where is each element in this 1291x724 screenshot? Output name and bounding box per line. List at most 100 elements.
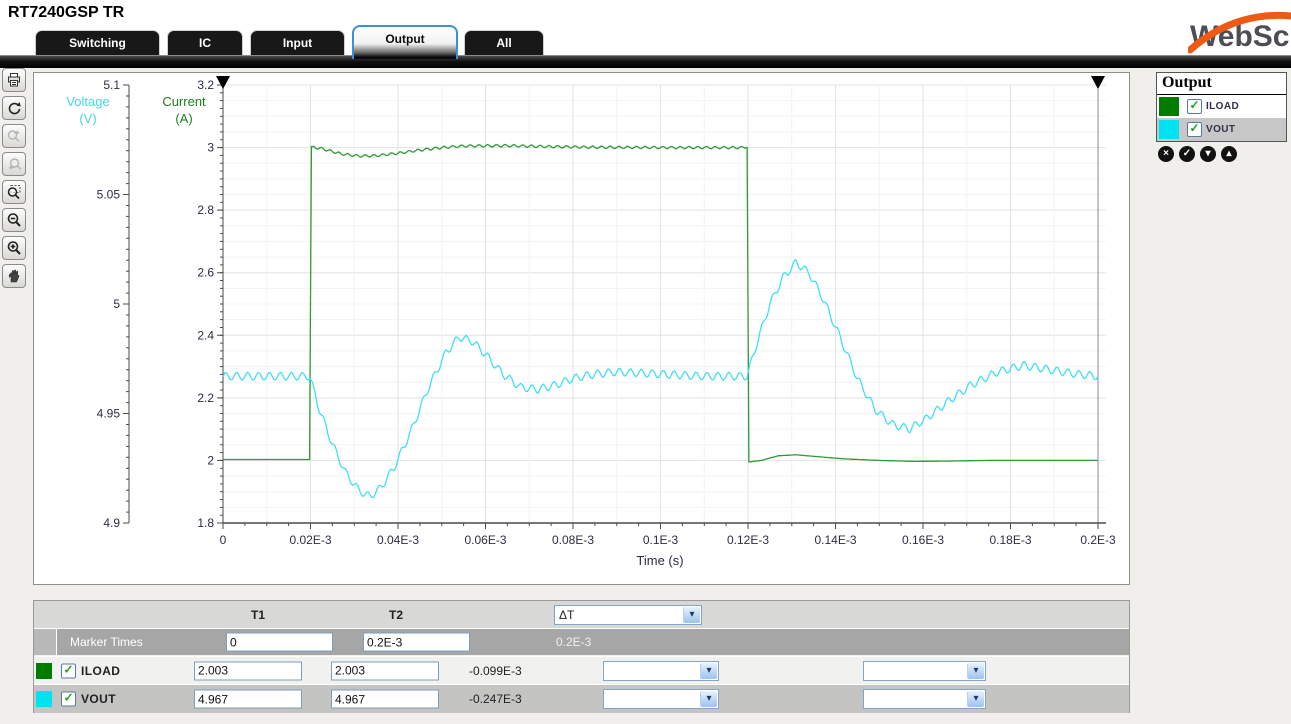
t1-time-input[interactable] [226, 633, 333, 652]
legend-panel: Output ✓ ILOAD ✓ VOUT [1156, 72, 1287, 142]
iload-checkbox[interactable]: ✓ [1187, 99, 1202, 114]
marker-table: T1 T2 ΔT ▾ Marker Times 0.2E-3 ✓ ILOAD -… [33, 600, 1130, 713]
t1-column-header: T1 [251, 608, 265, 622]
t2-column-header: T2 [389, 608, 403, 622]
legend-item-vout[interactable]: ✓ VOUT [1157, 118, 1286, 141]
delta-t-select[interactable]: ΔT ▾ [554, 605, 702, 625]
iload-function-select-1[interactable]: ▾ [603, 661, 719, 681]
print-button[interactable] [2, 68, 26, 92]
tab-input[interactable]: Input [250, 30, 345, 55]
legend-item-iload[interactable]: ✓ ILOAD [1157, 95, 1286, 118]
chevron-down-icon[interactable]: ▾ [700, 691, 717, 707]
zoom-out-button[interactable] [2, 208, 26, 232]
marker-table-header-row: T1 T2 ΔT ▾ [34, 601, 1129, 628]
iload-t1-input[interactable] [194, 661, 302, 680]
chevron-down-icon[interactable]: ▾ [967, 691, 984, 707]
svg-text:4.9: 4.9 [103, 516, 120, 530]
iload-row-label: ILOAD [81, 664, 120, 678]
iload-row-checkbox[interactable]: ✓ [61, 663, 76, 678]
svg-text:5: 5 [113, 297, 120, 311]
svg-text:2.8: 2.8 [197, 203, 214, 217]
svg-text:0.08E-3: 0.08E-3 [552, 533, 594, 547]
vout-t1-input[interactable] [194, 690, 302, 709]
close-trace-button[interactable]: × [1158, 146, 1174, 162]
vout-row: ✓ VOUT -0.247E-3 ▾ ▾ [34, 684, 1129, 713]
iload-row-swatch [36, 663, 52, 679]
svg-text:2.6: 2.6 [197, 266, 214, 280]
svg-text:Voltage: Voltage [66, 94, 109, 109]
zoom-back-button[interactable] [2, 152, 26, 176]
svg-text:0.14E-3: 0.14E-3 [814, 533, 856, 547]
svg-text:0.2E-3: 0.2E-3 [1080, 533, 1116, 547]
chevron-down-icon[interactable]: ▾ [683, 607, 700, 623]
zoom-in-icon [6, 240, 22, 256]
svg-text:5.05: 5.05 [97, 188, 121, 202]
pan-button[interactable] [2, 264, 26, 288]
chart-panel: 4.94.9555.055.1Voltage(V)1.822.22.42.62.… [33, 72, 1130, 585]
chart-toolbar [2, 68, 28, 292]
svg-text:0.04E-3: 0.04E-3 [377, 533, 419, 547]
tab-all[interactable]: All [464, 30, 544, 55]
move-down-button[interactable]: ▾ [1200, 146, 1216, 162]
legend-controls: × ✓ ▾ ▴ [1158, 146, 1237, 162]
chevron-down-icon[interactable]: ▾ [967, 663, 984, 679]
svg-text:0: 0 [220, 533, 227, 547]
svg-text:3: 3 [207, 141, 214, 155]
svg-text:(A): (A) [175, 111, 192, 126]
vout-t2-input[interactable] [331, 690, 439, 709]
iload-dt-value: -0.099E-3 [469, 664, 522, 678]
zoom-back-icon [6, 156, 22, 172]
move-up-button[interactable]: ▴ [1221, 146, 1237, 162]
svg-text:0.02E-3: 0.02E-3 [289, 533, 331, 547]
vout-row-checkbox[interactable]: ✓ [61, 692, 76, 707]
legend-item-label: ILOAD [1206, 101, 1239, 112]
svg-text:Time (s): Time (s) [636, 553, 683, 568]
tab-switching[interactable]: Switching [35, 30, 160, 55]
vout-row-label: VOUT [81, 692, 116, 706]
legend-item-label: VOUT [1206, 124, 1235, 135]
iload-row: ✓ ILOAD -0.099E-3 ▾ ▾ [34, 656, 1129, 684]
vout-function-select-1[interactable]: ▾ [603, 689, 719, 709]
tab-output[interactable]: Output [352, 25, 458, 59]
svg-text:0.18E-3: 0.18E-3 [989, 533, 1031, 547]
chevron-down-icon[interactable]: ▾ [700, 663, 717, 679]
svg-text:Current: Current [162, 94, 206, 109]
apply-trace-button[interactable]: ✓ [1179, 146, 1195, 162]
marker-times-label: Marker Times [70, 635, 143, 649]
delta-t-select-value: ΔT [559, 608, 574, 622]
zoom-window-button[interactable] [2, 180, 26, 204]
vout-color-swatch [1159, 120, 1179, 139]
refresh-icon [6, 100, 22, 116]
svg-text:(V): (V) [79, 111, 96, 126]
svg-text:2.2: 2.2 [197, 391, 214, 405]
svg-text:0.06E-3: 0.06E-3 [464, 533, 506, 547]
app-window: RT7240GSP TR Switching IC Input Output A… [0, 0, 1291, 724]
vout-checkbox[interactable]: ✓ [1187, 122, 1202, 137]
tab-ic[interactable]: IC [167, 30, 243, 55]
chart-canvas[interactable]: 4.94.9555.055.1Voltage(V)1.822.22.42.62.… [34, 73, 1129, 584]
printer-icon [6, 72, 22, 88]
svg-text:0.12E-3: 0.12E-3 [727, 533, 769, 547]
zoom-window-icon [6, 184, 22, 200]
svg-text:5.1: 5.1 [103, 78, 120, 92]
iload-t2-input[interactable] [331, 661, 439, 680]
svg-text:2: 2 [207, 453, 214, 467]
zoom-out-icon [6, 212, 22, 228]
svg-text:4.95: 4.95 [97, 407, 121, 421]
reset-zoom-button[interactable] [2, 96, 26, 120]
svg-text:3.2: 3.2 [197, 78, 214, 92]
zoom-forward-icon [6, 128, 22, 144]
zoom-in-button[interactable] [2, 236, 26, 260]
iload-function-select-2[interactable]: ▾ [863, 661, 986, 681]
iload-color-swatch [1159, 97, 1179, 116]
svg-text:0.1E-3: 0.1E-3 [643, 533, 679, 547]
vout-function-select-2[interactable]: ▾ [863, 689, 986, 709]
hand-icon [6, 268, 22, 284]
brand-logo: WebSc [1188, 4, 1291, 54]
svg-text:1.8: 1.8 [197, 516, 214, 530]
row-spacer [34, 629, 57, 655]
tabbar-strip [0, 55, 1291, 68]
page-title: RT7240GSP TR [8, 4, 124, 22]
zoom-forward-button[interactable] [2, 124, 26, 148]
t2-time-input[interactable] [363, 633, 470, 652]
